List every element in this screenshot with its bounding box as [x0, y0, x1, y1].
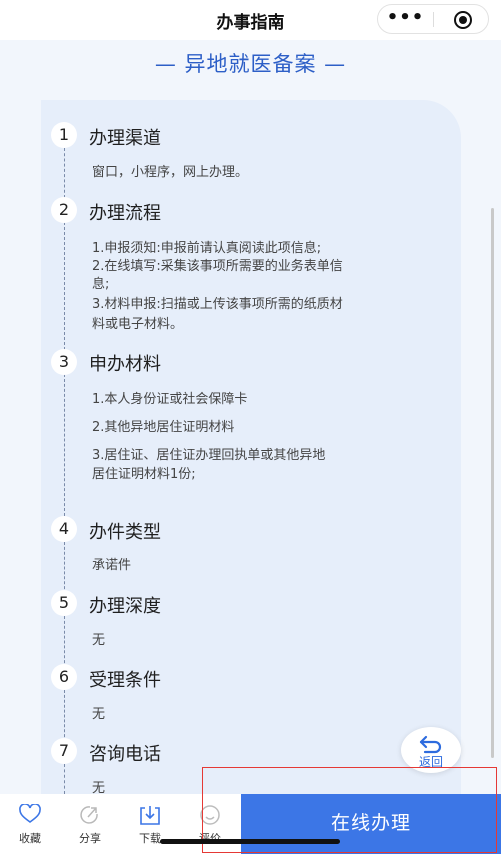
return-arrow-icon: [419, 735, 442, 754]
collect-button[interactable]: 收藏: [5, 794, 55, 854]
download-button[interactable]: 下载: [125, 794, 175, 854]
section-text: 无: [92, 707, 106, 722]
step-number: 7: [51, 738, 77, 764]
step-number: 3: [51, 349, 77, 375]
section-text: 3.材料申报:扫描或上传该事项所需的纸质材: [92, 297, 343, 312]
home-indicator: [160, 839, 340, 844]
section-text: 1.申报须知:申报前请认真阅读此项信息;: [92, 241, 322, 256]
section-title-materials: 申办材料: [89, 354, 161, 375]
timeline-connector: [64, 616, 65, 668]
nav-bar: 办事指南 •••: [0, 0, 501, 40]
step-number: 6: [51, 664, 77, 690]
timeline-connector: [64, 148, 65, 198]
heart-icon: [19, 804, 41, 823]
share-label: 分享: [79, 832, 101, 845]
capsule-divider: [433, 12, 434, 27]
mini-program-capsule: •••: [377, 4, 489, 34]
download-icon: [140, 806, 160, 825]
section-text: 2.在线填写:采集该事项所需要的业务表单信: [92, 259, 343, 274]
section-text: 2.其他异地居住证明材料: [92, 420, 235, 435]
section-text: 窗口，小程序，网上办理。: [92, 165, 249, 180]
timeline-connector: [64, 542, 65, 594]
section-text: 3.居住证、居住证办理回执单或其他异地: [92, 448, 326, 463]
section-text: 1.本人身份证或社会保障卡: [92, 392, 248, 407]
section-text: 承诺件: [92, 558, 132, 573]
close-circle-icon[interactable]: [454, 11, 472, 29]
timeline-connector: [64, 222, 65, 350]
section-text: 居住证明材料1份;: [92, 467, 196, 482]
scrollbar[interactable]: [491, 208, 494, 758]
section-text: 料或电子材料。: [92, 317, 184, 332]
timeline-connector: [64, 764, 65, 794]
section-title-process: 办理流程: [89, 203, 161, 224]
section-title-conditions: 受理条件: [89, 670, 161, 691]
section-title-depth: 办理深度: [89, 596, 161, 617]
service-heading: — 异地就医备案 —: [154, 52, 347, 76]
step-number: 1: [51, 122, 77, 148]
section-text: 无: [92, 633, 106, 648]
more-button[interactable]: •••: [378, 5, 433, 33]
timeline-connector: [64, 374, 65, 516]
share-button[interactable]: 分享: [65, 794, 115, 854]
step-number: 2: [51, 197, 77, 223]
step-number: 5: [51, 590, 77, 616]
section-text: 息;: [92, 277, 110, 292]
step-number: 4: [51, 516, 77, 542]
section-title-channel: 办理渠道: [89, 128, 161, 149]
section-title-type: 办件类型: [89, 522, 161, 543]
share-icon: [80, 806, 98, 824]
timeline-connector: [64, 690, 65, 742]
collect-label: 收藏: [19, 832, 41, 845]
section-title-phone: 咨询电话: [89, 744, 161, 765]
